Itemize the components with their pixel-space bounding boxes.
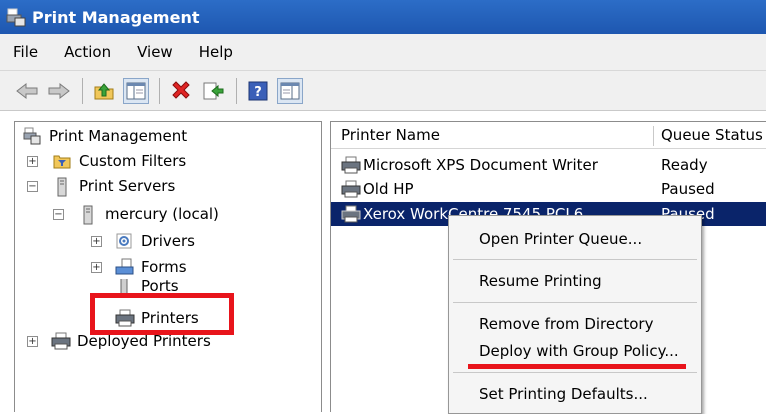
print-management-icon — [23, 127, 41, 145]
expand-toggle[interactable]: + — [27, 336, 38, 347]
column-header-queue-status[interactable]: Queue Status — [661, 126, 763, 144]
toolbar-separator — [236, 77, 237, 104]
menu-action[interactable]: Action — [51, 43, 124, 61]
port-icon — [115, 279, 133, 293]
context-menu: Open Printer Queue... Resume Printing Re… — [448, 215, 702, 414]
forward-arrow-icon[interactable] — [46, 78, 72, 104]
window-title: Print Management — [32, 7, 200, 27]
menu-item-deploy-with-group-policy[interactable]: Deploy with Group Policy... — [479, 342, 679, 360]
tree-label: Custom Filters — [79, 152, 187, 170]
up-folder-icon[interactable] — [91, 78, 117, 104]
collapse-toggle[interactable]: − — [27, 181, 38, 192]
export-list-icon[interactable] — [200, 78, 226, 104]
menu-help[interactable]: Help — [186, 43, 246, 61]
expand-toggle[interactable]: + — [27, 156, 38, 167]
tree-node-custom-filters[interactable]: Custom Filters — [53, 149, 186, 173]
toolbar-separator — [82, 77, 83, 104]
action-pane-icon[interactable] — [277, 77, 303, 104]
printer-icon — [341, 156, 361, 178]
server-icon — [79, 205, 97, 225]
tree-label: Print Servers — [79, 177, 176, 195]
delete-icon[interactable] — [168, 78, 194, 104]
table-row[interactable]: Old HP Paused — [331, 177, 766, 201]
tree-node-ports[interactable]: Ports — [115, 279, 179, 293]
filter-folder-icon — [53, 152, 71, 170]
help-icon[interactable]: ? — [245, 78, 271, 104]
tree-node-forms[interactable]: Forms — [115, 255, 187, 279]
print-management-icon — [6, 7, 26, 27]
tree-node-server-mercury[interactable]: mercury (local) — [79, 202, 219, 226]
menu-item-remove-from-directory[interactable]: Remove from Directory — [479, 315, 653, 333]
tree-label: Ports — [141, 279, 179, 293]
expand-toggle[interactable]: + — [91, 236, 102, 247]
highlight-underline-deploy — [468, 364, 686, 369]
server-icon — [53, 177, 71, 197]
menu-bar: File Action View Help — [0, 34, 766, 71]
expand-toggle[interactable]: + — [91, 262, 102, 273]
tree-label: Print Management — [49, 127, 188, 145]
tree-node-print-management[interactable]: Print Management — [23, 124, 187, 148]
menu-file[interactable]: File — [0, 43, 51, 61]
menu-view[interactable]: View — [124, 43, 186, 61]
show-hide-tree-icon[interactable] — [123, 77, 149, 104]
queue-status: Ready — [661, 156, 708, 174]
menu-item-set-printing-defaults[interactable]: Set Printing Defaults... — [479, 385, 648, 403]
table-row[interactable]: Microsoft XPS Document Writer Ready — [331, 153, 766, 177]
tree-label: Drivers — [141, 232, 195, 250]
menu-item-open-printer-queue[interactable]: Open Printer Queue... — [479, 230, 642, 248]
queue-status: Paused — [661, 180, 715, 198]
tree-node-print-servers[interactable]: Print Servers — [53, 174, 175, 198]
back-arrow-icon[interactable] — [14, 78, 40, 104]
printer-icon — [341, 180, 361, 202]
driver-gear-icon — [115, 232, 133, 250]
title-bar: Print Management — [0, 0, 766, 34]
printer-icon — [341, 205, 361, 227]
list-header: Printer Name Queue Status — [331, 122, 766, 149]
tree-node-drivers[interactable]: Drivers — [115, 229, 195, 253]
column-header-printer-name[interactable]: Printer Name — [341, 126, 440, 144]
printer-icon — [51, 332, 71, 350]
toolbar: ? — [0, 71, 766, 111]
menu-item-resume-printing[interactable]: Resume Printing — [479, 272, 602, 290]
menu-separator — [453, 259, 697, 260]
highlight-box-printers — [90, 293, 234, 335]
console-tree: Print Management + Custom Filters − Prin… — [14, 121, 322, 412]
collapse-toggle[interactable]: − — [53, 209, 64, 220]
tree-label: mercury (local) — [105, 205, 219, 223]
printer-name: Old HP — [363, 180, 414, 198]
tree-label: Forms — [141, 258, 187, 276]
menu-separator — [453, 372, 697, 373]
printer-name: Microsoft XPS Document Writer — [363, 156, 598, 174]
svg-text:?: ? — [254, 85, 262, 100]
column-divider[interactable] — [653, 126, 654, 146]
forms-icon — [115, 258, 134, 276]
toolbar-separator — [159, 77, 160, 104]
menu-separator — [453, 302, 697, 303]
